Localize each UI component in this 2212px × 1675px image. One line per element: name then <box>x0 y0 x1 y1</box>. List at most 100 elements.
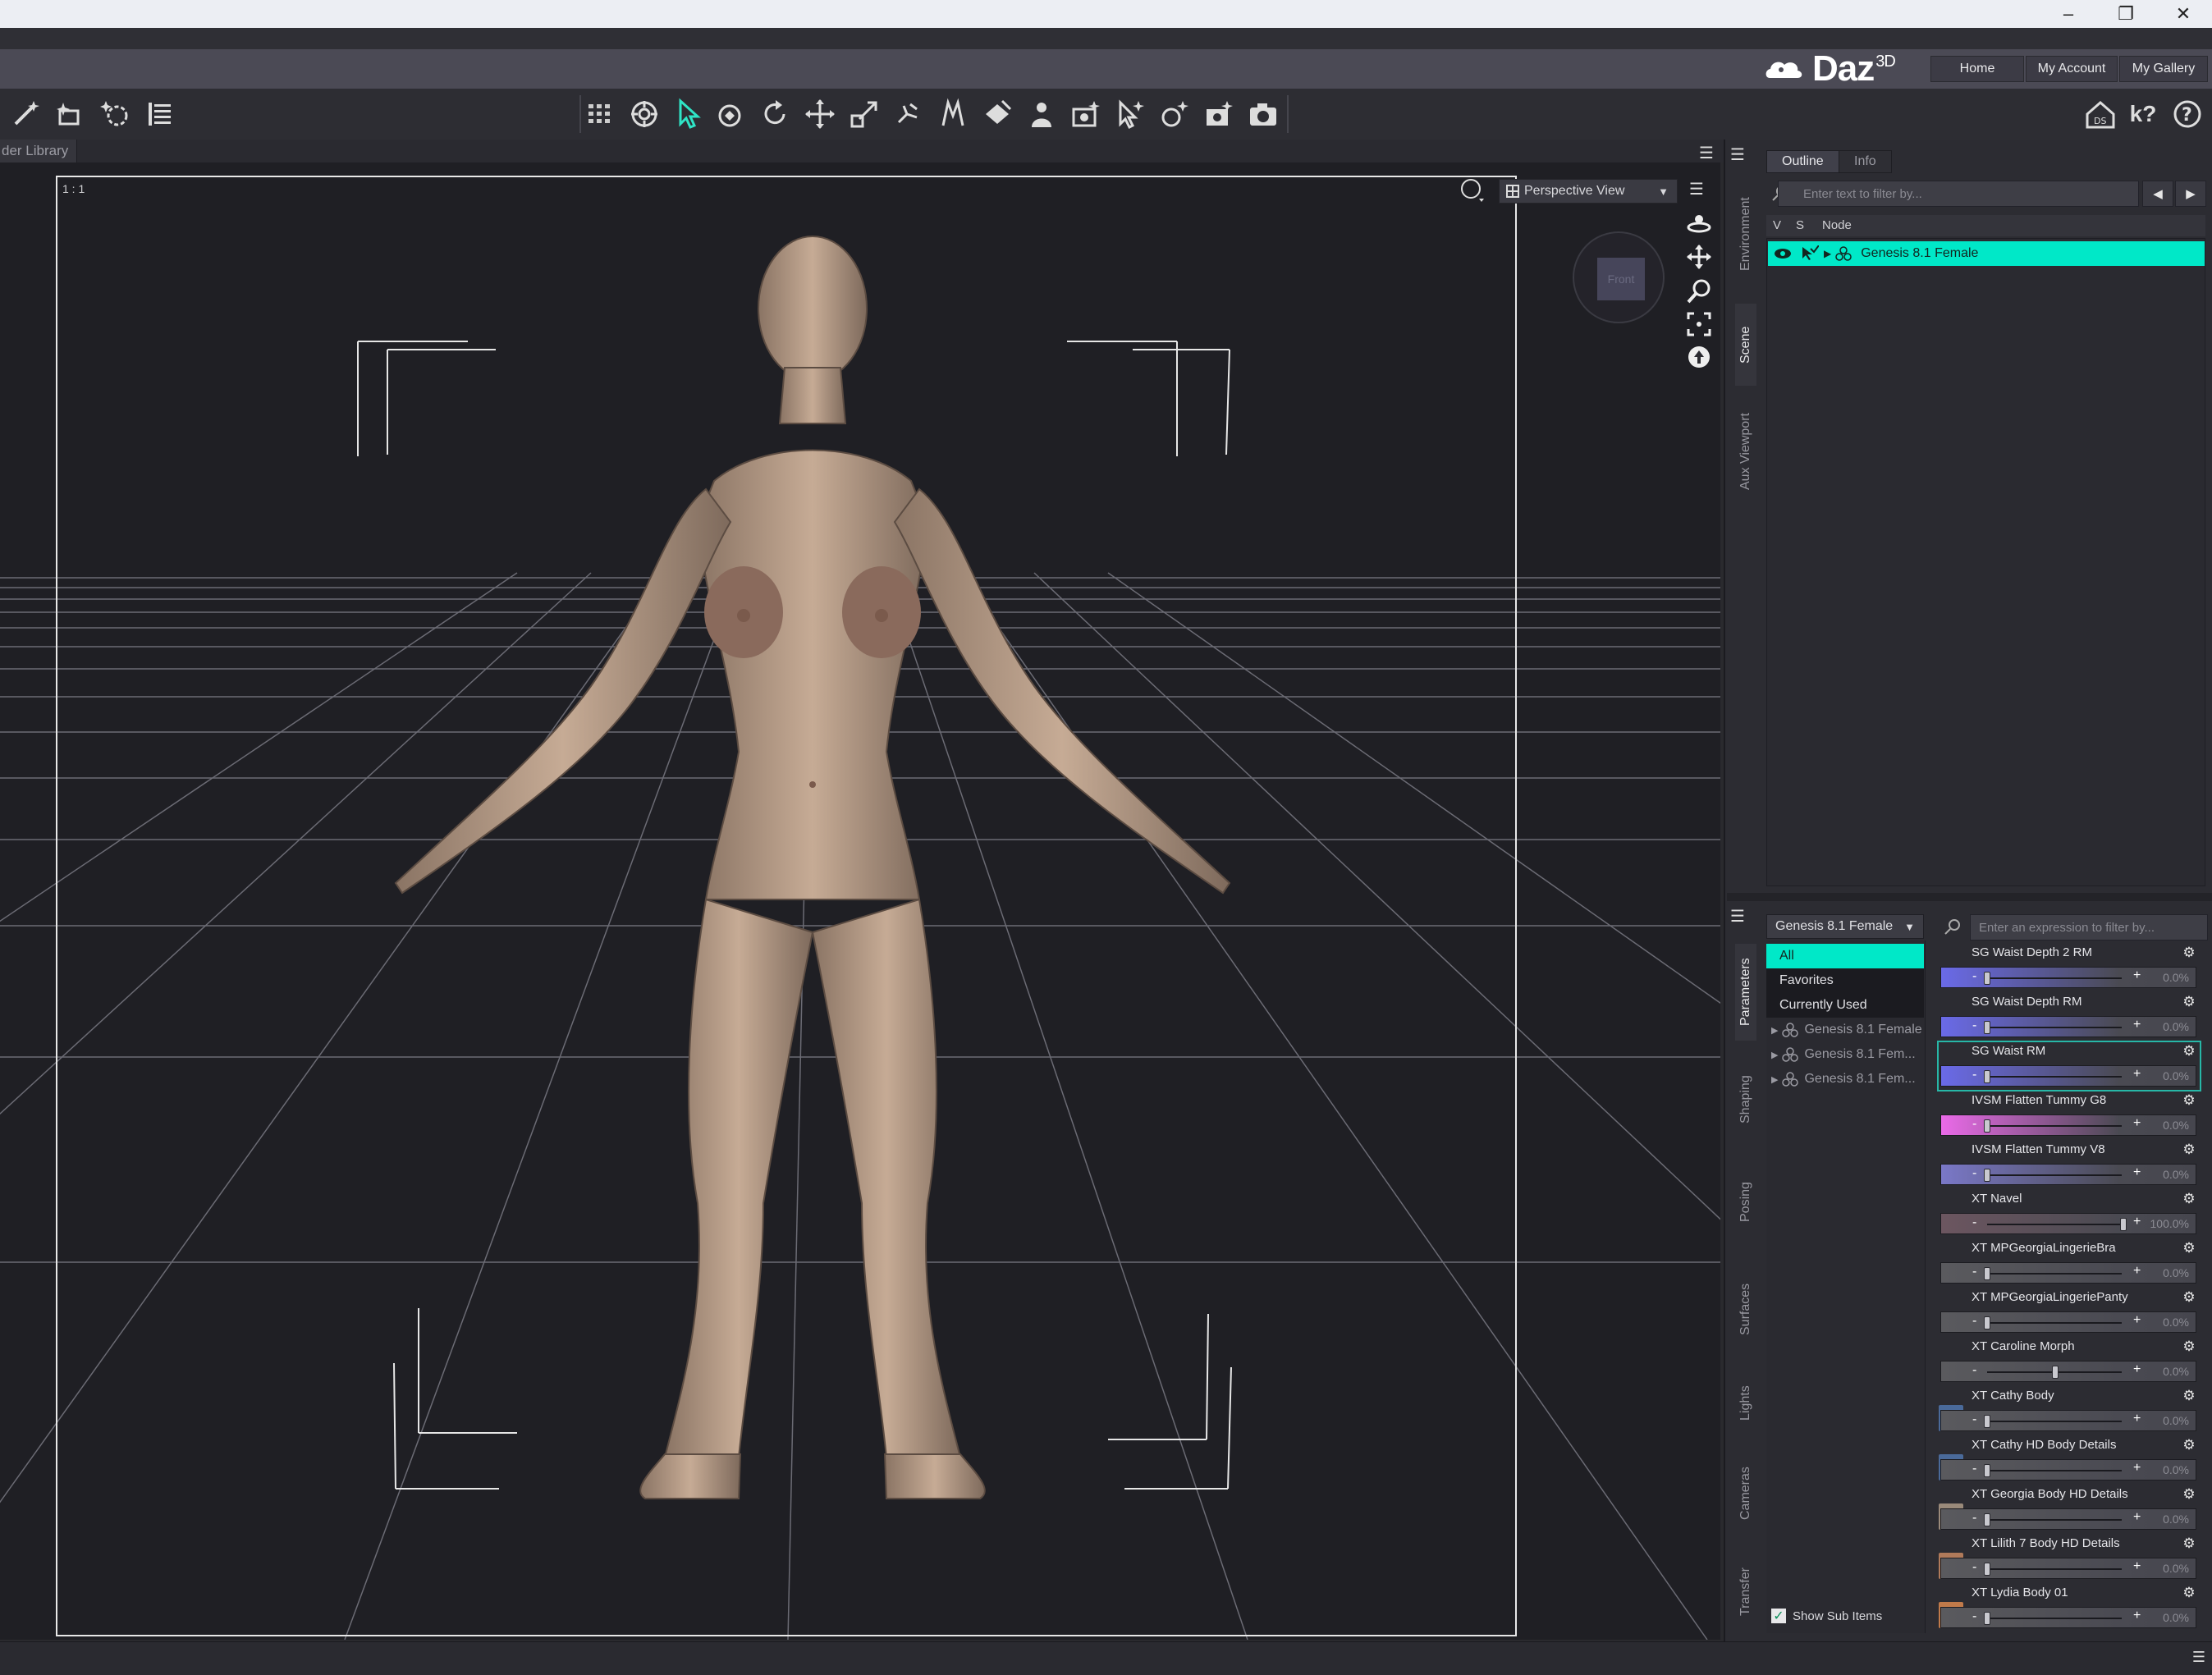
parameter-filter-input[interactable]: Enter an expression to filter by... <box>1970 914 2208 940</box>
increment-icon[interactable]: + <box>2133 1165 2141 1180</box>
surface-tool-button[interactable] <box>978 95 1016 133</box>
column-selectable[interactable]: S <box>1796 218 1804 232</box>
decrement-icon[interactable]: - <box>1972 1314 1976 1329</box>
parameter-value[interactable]: 0.0% <box>2163 1365 2189 1378</box>
parameter-slider[interactable]: - +0.0% <box>1940 1016 2196 1037</box>
pane-options-icon[interactable]: ☰ <box>1699 143 1714 163</box>
reset-view-button[interactable] <box>1683 341 1715 373</box>
parameter-slider[interactable]: - +0.0% <box>1940 1508 2196 1530</box>
parameter-value[interactable]: 0.0% <box>2163 1414 2189 1427</box>
increment-icon[interactable]: + <box>2133 1264 2141 1279</box>
gear-icon[interactable]: ⚙ <box>2182 1437 2196 1453</box>
tab-cameras[interactable]: Cameras <box>1735 1453 1756 1535</box>
increment-icon[interactable]: + <box>2133 1362 2141 1377</box>
decrement-icon[interactable]: - <box>1972 1166 1976 1181</box>
column-node[interactable]: Node <box>1822 218 1852 232</box>
increment-icon[interactable]: + <box>2133 1116 2141 1131</box>
increment-icon[interactable]: + <box>2133 1609 2141 1623</box>
panel-menu-icon-lower[interactable]: ☰ <box>1730 906 1745 927</box>
zoom-button[interactable] <box>1683 276 1715 307</box>
close-button[interactable]: ✕ <box>2159 0 2208 28</box>
slider-track[interactable] <box>1987 977 2122 979</box>
parameter-slider[interactable]: - +0.0% <box>1940 1410 2196 1431</box>
slider-track[interactable] <box>1987 1470 2122 1471</box>
increment-icon[interactable]: + <box>2133 1067 2141 1082</box>
category-tree-item[interactable]: ▶ Genesis 8.1 Fem... <box>1766 1067 1924 1091</box>
parameter-slider[interactable]: - +0.0% <box>1940 1459 2196 1480</box>
parameter-row[interactable]: SG Waist RM ⚙ - +0.0% <box>1937 1041 2201 1091</box>
parameter-row[interactable]: XT Lilith 7 Body HD Details ⚙ - +0.0% <box>1939 1535 2200 1582</box>
render-library-tab[interactable]: der Library <box>0 140 78 162</box>
column-visible[interactable]: V <box>1773 218 1781 232</box>
slider-track[interactable] <box>1987 1027 2122 1028</box>
camera-tool-button[interactable] <box>1067 95 1105 133</box>
decrement-icon[interactable]: - <box>1972 1068 1976 1082</box>
render-button[interactable] <box>1244 95 1282 133</box>
increment-icon[interactable]: + <box>2133 1559 2141 1574</box>
gear-icon[interactable]: ⚙ <box>2182 1240 2196 1256</box>
home-link[interactable]: Home <box>1930 56 2024 82</box>
pan-button[interactable] <box>1683 241 1715 272</box>
frame-button[interactable] <box>1683 309 1715 340</box>
gear-icon[interactable]: ⚙ <box>2182 1339 2196 1354</box>
tab-aux-viewport[interactable]: Aux Viewport <box>1735 402 1756 501</box>
parameter-value[interactable]: 0.0% <box>2163 1513 2189 1526</box>
my-account-link[interactable]: My Account <box>2026 56 2118 82</box>
category-currently-used[interactable]: Currently Used <box>1766 993 1924 1018</box>
slider-knob[interactable] <box>2120 1218 2127 1231</box>
slider-track[interactable] <box>1987 1568 2122 1570</box>
parameter-slider[interactable]: - +0.0% <box>1940 1558 2196 1579</box>
parameter-row[interactable]: XT Lydia Body 01 ⚙ - +0.0% <box>1939 1584 2200 1632</box>
tab-scene[interactable]: Scene <box>1735 304 1756 386</box>
view-select[interactable]: Perspective View ▼ <box>1499 179 1678 204</box>
universal-tool-button[interactable] <box>625 95 663 133</box>
gear-icon[interactable]: ⚙ <box>2182 1289 2196 1305</box>
decrement-icon[interactable]: - <box>1972 1560 1976 1575</box>
parameter-row[interactable]: SG Waist Depth RM ⚙ - +0.0% <box>1939 993 2200 1041</box>
slider-knob[interactable] <box>1984 1316 1990 1329</box>
expand-arrow-icon[interactable]: ▶ <box>1771 1050 1778 1060</box>
tab-environment[interactable]: Environment <box>1735 181 1756 287</box>
node-selection-tool-button[interactable] <box>670 95 708 133</box>
category-tree-item[interactable]: ▶ Genesis 8.1 Female <box>1766 1018 1924 1042</box>
select-cursor-icon[interactable] <box>1799 245 1819 262</box>
category-favorites[interactable]: Favorites <box>1766 968 1924 993</box>
gear-icon[interactable]: ⚙ <box>2182 994 2196 1009</box>
increment-icon[interactable]: + <box>2133 1215 2141 1229</box>
decrement-icon[interactable]: - <box>1972 1462 1976 1476</box>
scene-filter-input[interactable]: Enter text to filter by... <box>1778 181 2139 207</box>
slider-knob[interactable] <box>2052 1366 2059 1379</box>
parameter-value[interactable]: 0.0% <box>2163 1069 2189 1082</box>
scene-node-row[interactable]: ▶ Genesis 8.1 Female <box>1768 241 2205 266</box>
translate-tool-button[interactable] <box>801 95 839 133</box>
increment-icon[interactable]: + <box>2133 1412 2141 1426</box>
parameter-value[interactable]: 0.0% <box>2163 1020 2189 1033</box>
expand-arrow-icon[interactable]: ▶ <box>1771 1074 1778 1085</box>
parameter-row[interactable]: XT Navel ⚙ - +100.0% <box>1939 1190 2200 1238</box>
parameter-row[interactable]: IVSM Flatten Tummy V8 ⚙ - +0.0% <box>1939 1141 2200 1188</box>
increment-icon[interactable]: + <box>2133 968 2141 983</box>
category-tree-item[interactable]: ▶ Genesis 8.1 Fem... <box>1766 1042 1924 1067</box>
slider-knob[interactable] <box>1984 1415 1990 1428</box>
slider-track[interactable] <box>1987 1174 2122 1176</box>
slider-knob[interactable] <box>1984 1563 1990 1576</box>
parameter-slider[interactable]: - +0.0% <box>1940 1114 2196 1136</box>
gear-icon[interactable]: ⚙ <box>2182 1585 2196 1600</box>
parameter-slider[interactable]: - +0.0% <box>1940 1164 2196 1185</box>
decrement-icon[interactable]: - <box>1972 1215 1976 1230</box>
active-pose-tool-button[interactable] <box>934 95 972 133</box>
expand-arrow-icon[interactable]: ▶ <box>1824 248 1831 259</box>
tab-parameters[interactable]: Parameters <box>1735 944 1756 1041</box>
list-tool-button[interactable] <box>141 95 179 133</box>
slider-knob[interactable] <box>1984 1070 1990 1083</box>
viewport-menu-icon[interactable]: ☰ <box>1689 179 1704 199</box>
parameter-row[interactable]: SG Waist Depth 2 RM ⚙ - +0.0% <box>1939 944 2200 991</box>
parameter-slider[interactable]: - +0.0% <box>1940 1361 2196 1382</box>
parameter-slider[interactable]: - +0.0% <box>1940 1262 2196 1284</box>
parameter-value[interactable]: 0.0% <box>2163 1316 2189 1329</box>
figure-select[interactable]: Genesis 8.1 Female ▼ <box>1766 914 1924 939</box>
parameter-row[interactable]: XT Cathy HD Body Details ⚙ - +0.0% <box>1939 1436 2200 1484</box>
gear-icon[interactable]: ⚙ <box>2182 1142 2196 1157</box>
rotate-arc-tool-button[interactable] <box>757 95 795 133</box>
decrement-icon[interactable]: - <box>1972 1117 1976 1132</box>
